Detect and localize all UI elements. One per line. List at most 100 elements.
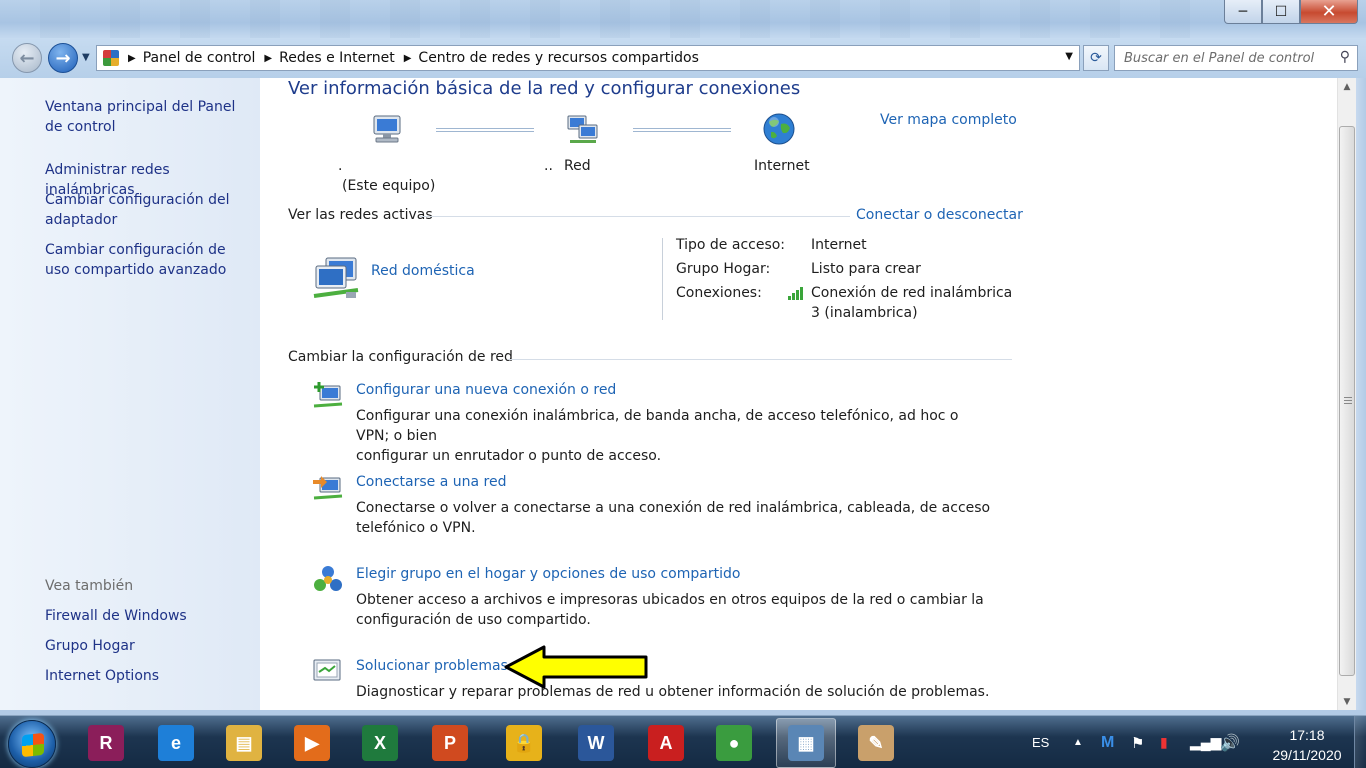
network-center-icon: ▦ (788, 725, 824, 761)
computer-label: (Este equipo) (342, 178, 436, 194)
clock[interactable]: 17:18 29/11/2020 (1262, 725, 1352, 765)
taskbar-app-winrar[interactable]: R (76, 718, 136, 768)
task-new-connection-link[interactable]: Configurar una nueva conexión o red (356, 382, 616, 398)
control-panel-icon (103, 50, 119, 66)
network-prefix: .. (544, 158, 553, 174)
navigation-bar: ← → ▼ ▶ Panel de control ▶ Redes e Inter… (0, 38, 1366, 78)
connection-link-line2[interactable]: 3 (inalambrica) (811, 303, 1012, 323)
address-dropdown-icon[interactable]: ▼ (1065, 51, 1073, 62)
computer-name: . (338, 158, 343, 174)
network-signal-icon[interactable]: ▂▄▆ (1190, 716, 1221, 768)
explorer-icon: ▤ (226, 725, 262, 761)
breadcrumb-separator-icon[interactable]: ▶ (128, 53, 136, 64)
start-button[interactable] (8, 720, 56, 768)
see-also-heading: Vea también (45, 578, 134, 594)
internet-label: Internet (754, 158, 810, 174)
taskbar-app-media-player[interactable]: ▶ (282, 718, 342, 768)
scrollbar-thumb[interactable] (1339, 126, 1355, 676)
see-also-firewall[interactable]: Firewall de Windows (45, 606, 255, 626)
language-indicator[interactable]: ES (1032, 716, 1049, 768)
homegroup-link[interactable]: Listo para crear (811, 259, 921, 279)
full-map-link[interactable]: Ver mapa completo (880, 112, 1017, 128)
home-network-link[interactable]: Red doméstica (371, 263, 475, 279)
task-desc-line: configuración de uso compartido. (356, 612, 591, 628)
antivirus-icon[interactable]: M (1101, 716, 1114, 768)
task-homegroup-desc: Obtener acceso a archivos e impresoras u… (356, 590, 996, 630)
network-icon[interactable] (566, 114, 600, 146)
task-connect-network-link[interactable]: Conectarse a una red (356, 474, 506, 490)
homegroup-label: Grupo Hogar: (676, 261, 771, 277)
taskbar-app-acrobat[interactable]: A (636, 718, 696, 768)
windows-logo-icon (22, 732, 44, 758)
taskbar-app-powerpoint[interactable]: P (420, 718, 480, 768)
sidebar-item-configuracion-adaptador[interactable]: Cambiar configuración del adaptador (45, 190, 235, 230)
winrar-icon: R (88, 725, 124, 761)
homegroup-icon (314, 566, 342, 591)
taskbar-app-excel[interactable]: X (350, 718, 410, 768)
see-also-grupo-hogar[interactable]: Grupo Hogar (45, 636, 255, 656)
taskbar-app-vpn[interactable]: 🔒 (494, 718, 554, 768)
close-button[interactable]: ✕ (1300, 0, 1358, 24)
recent-pages-dropdown-icon[interactable]: ▼ (82, 52, 90, 63)
task-desc-line: Configurar una conexión inalámbrica, de … (356, 408, 959, 444)
task-troubleshoot-desc: Diagnosticar y reparar problemas de red … (356, 682, 1056, 702)
taskbar-app-word[interactable]: W (566, 718, 626, 768)
globe-icon[interactable] (762, 112, 796, 146)
media-player-icon: ▶ (294, 725, 330, 761)
scroll-up-icon[interactable]: ▲ (1338, 78, 1356, 95)
back-button[interactable]: ← (12, 43, 42, 73)
see-also-internet-options[interactable]: Internet Options (45, 666, 255, 686)
powerpoint-icon: P (432, 725, 468, 761)
task-desc-line: telefónico o VPN. (356, 520, 476, 536)
forward-button[interactable]: → (48, 43, 78, 73)
page-title: Ver información básica de la red y confi… (288, 78, 801, 99)
section-divider (508, 359, 1012, 360)
breadcrumb-centro-de-redes[interactable]: Centro de redes y recursos compartidos (418, 50, 698, 66)
computer-icon[interactable] (370, 114, 404, 146)
internet-explorer-icon: e (158, 725, 194, 761)
connect-disconnect-link[interactable]: Conectar o desconectar (856, 207, 1023, 223)
breadcrumb-panel-de-control[interactable]: Panel de control (143, 50, 256, 66)
taskbar-app-explorer[interactable]: ▤ (214, 718, 274, 768)
task-homegroup-link[interactable]: Elegir grupo en el hogar y opciones de u… (356, 566, 740, 582)
address-bar[interactable]: ▶ Panel de control ▶ Redes e Internet ▶ … (96, 45, 1080, 71)
task-troubleshoot-link[interactable]: Solucionar problemas (356, 658, 508, 674)
breadcrumb-separator-icon[interactable]: ▶ (264, 53, 272, 64)
network-label: Red (564, 158, 591, 174)
paint-icon: ✎ (858, 725, 894, 761)
sidebar-item-ventana-principal[interactable]: Ventana principal del Panel de control (45, 97, 255, 137)
scroll-down-icon[interactable]: ▼ (1338, 693, 1356, 710)
taskbar-app-internet-explorer[interactable]: e (146, 718, 206, 768)
battery-icon[interactable]: ▮ (1160, 716, 1168, 768)
active-networks-heading: Ver las redes activas (288, 207, 433, 223)
connections-label: Conexiones: (676, 285, 762, 301)
volume-icon[interactable]: 🔊 (1220, 716, 1240, 768)
connection-link[interactable]: Conexión de red inalámbrica 3 (inalambri… (811, 283, 1012, 323)
show-hidden-icons-icon[interactable]: ▲ (1073, 716, 1083, 768)
change-settings-heading: Cambiar la configuración de red (288, 349, 513, 365)
map-connector (633, 128, 731, 132)
breadcrumb-separator-icon[interactable]: ▶ (404, 53, 412, 64)
vertical-scrollbar[interactable]: ▲ ▼ (1337, 78, 1356, 710)
task-new-connection-desc: Configurar una conexión inalámbrica, de … (356, 406, 996, 466)
maximize-button[interactable]: ☐ (1262, 0, 1300, 24)
taskbar-app-network-center[interactable]: ▦ (776, 718, 836, 768)
acrobat-icon: A (648, 725, 684, 761)
minimize-button[interactable]: ─ (1224, 0, 1262, 24)
breadcrumb-redes-e-internet[interactable]: Redes e Internet (279, 50, 395, 66)
task-connect-network-desc: Conectarse o volver a conectarse a una c… (356, 498, 996, 538)
window-controls: ─ ☐ ✕ (1224, 0, 1358, 24)
connection-link-line1[interactable]: Conexión de red inalámbrica (811, 283, 1012, 303)
refresh-button[interactable]: ⟳ (1083, 45, 1109, 71)
show-desktop-button[interactable] (1354, 716, 1366, 768)
sidebar-item-uso-compartido-avanzado[interactable]: Cambiar configuración de uso compartido … (45, 240, 250, 280)
breadcrumb: ▶ Panel de control ▶ Redes e Internet ▶ … (119, 50, 699, 66)
chrome-icon: ● (716, 725, 752, 761)
wifi-signal-icon (788, 287, 803, 300)
window-frame (1356, 78, 1366, 710)
taskbar-app-chrome[interactable]: ● (704, 718, 764, 768)
action-center-flag-icon[interactable]: ⚑ (1131, 716, 1144, 768)
taskbar-app-paint[interactable]: ✎ (846, 718, 906, 768)
search-icon[interactable]: ⚲ (1340, 49, 1350, 65)
search-input[interactable] (1115, 46, 1325, 70)
